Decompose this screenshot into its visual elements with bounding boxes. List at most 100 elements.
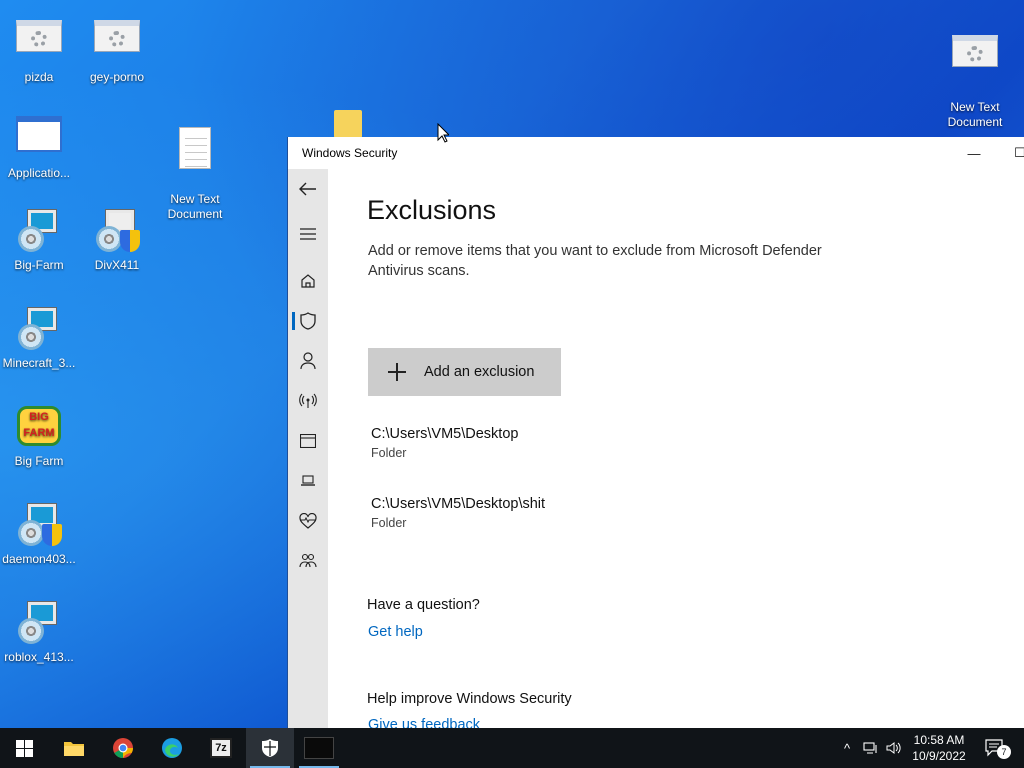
plus-icon xyxy=(388,363,406,381)
add-exclusion-label: Add an exclusion xyxy=(424,364,535,380)
back-arrow-icon xyxy=(299,182,316,196)
desktop-icon-new-text-document-2[interactable]: New Text Document xyxy=(156,110,234,237)
7zip-label: 7z xyxy=(215,742,227,754)
minimize-icon: — xyxy=(967,145,981,161)
desktop-icon-label: Big-Farm xyxy=(14,258,64,272)
desktop-icon-label: Minecraft_3... xyxy=(2,356,76,370)
nav-account-protection[interactable] xyxy=(288,341,328,381)
desktop-icon-label: Big Farm xyxy=(14,454,64,468)
taskbar-7zip[interactable]: 7z xyxy=(197,728,245,768)
tray-network[interactable] xyxy=(860,728,882,768)
clock-date: 10/9/2022 xyxy=(912,749,966,763)
app-browser-icon xyxy=(300,434,316,448)
desktop-icon-daemon[interactable]: daemon403... xyxy=(0,502,78,567)
program-icon xyxy=(15,20,63,66)
menu-icon xyxy=(300,228,316,240)
home-icon xyxy=(301,274,315,288)
window-title: Windows Security xyxy=(302,146,398,160)
desktop-icon-minecraft[interactable]: Minecraft_3... xyxy=(0,306,78,371)
get-help-link[interactable]: Get help xyxy=(368,624,423,640)
windows-security-window: Windows Security — ☐ Exclusions Add or r… xyxy=(287,137,1024,728)
chevron-up-icon: ^ xyxy=(843,740,851,756)
menu-button[interactable] xyxy=(288,214,328,254)
taskbar-chrome[interactable] xyxy=(99,728,147,768)
start-icon xyxy=(15,739,33,757)
terminal-app-icon xyxy=(304,737,334,759)
exclusion-type: Folder xyxy=(371,446,407,460)
nav-family-options[interactable] xyxy=(288,541,328,581)
desktop-icon-label: roblox_413... xyxy=(4,650,74,664)
chrome-icon xyxy=(113,738,134,759)
desktop-icon-label: Applicatio... xyxy=(7,166,71,180)
nav-virus-protection[interactable] xyxy=(288,301,328,341)
nav-device-security[interactable] xyxy=(288,461,328,501)
setup-installer-icon xyxy=(15,208,63,254)
improve-heading: Help improve Windows Security xyxy=(367,691,572,707)
folder-icon xyxy=(334,110,362,138)
tray-overflow-button[interactable]: ^ xyxy=(838,728,856,768)
family-icon xyxy=(299,553,317,568)
desktop-icon-label: daemon403... xyxy=(2,552,76,566)
laptop-icon xyxy=(301,475,315,486)
big-farm-game-icon: BIG FARM xyxy=(15,404,63,450)
nav-device-health[interactable] xyxy=(288,501,328,541)
notification-count-badge: 7 xyxy=(997,745,1011,759)
add-exclusion-button[interactable]: Add an exclusion xyxy=(368,348,561,396)
back-button[interactable] xyxy=(288,169,328,209)
exclusion-path: C:\Users\VM5\Desktop xyxy=(371,426,519,442)
nav-app-browser-control[interactable] xyxy=(288,421,328,461)
setup-shield-icon xyxy=(15,502,63,548)
minimize-button[interactable]: — xyxy=(951,137,997,169)
nav-firewall[interactable] xyxy=(288,381,328,421)
desktop-icon-label: DivX411 xyxy=(94,258,140,272)
exclusion-type: Folder xyxy=(371,516,407,530)
clock-time: 10:58 AM xyxy=(913,733,965,747)
desktop-icon-application[interactable]: Applicatio... xyxy=(0,110,78,181)
taskbar-edge[interactable] xyxy=(148,728,196,768)
desktop-icon-divx411[interactable]: DivX411 xyxy=(78,208,156,273)
start-button[interactable] xyxy=(0,728,48,768)
heart-icon xyxy=(299,513,317,529)
exclusion-item[interactable]: C:\Users\VM5\Desktop\shit Folder xyxy=(371,494,871,532)
page-description: Add or remove items that you want to exc… xyxy=(368,243,822,279)
desktop-folder-icon[interactable] xyxy=(334,110,362,138)
maximize-button[interactable]: ☐ xyxy=(997,137,1024,169)
taskbar-clock[interactable]: 10:58 AM 10/9/2022 xyxy=(904,732,974,764)
desktop-icon-big-farm-setup[interactable]: Big-Farm xyxy=(0,208,78,273)
wifi-icon xyxy=(299,393,317,408)
exclusion-path: C:\Users\VM5\Desktop\shit xyxy=(371,496,546,512)
desktop-icon-roblox[interactable]: roblox_413... xyxy=(0,600,78,665)
title-bar[interactable]: Windows Security — ☐ xyxy=(288,137,1024,169)
file-explorer-icon xyxy=(64,742,84,756)
action-center-button[interactable]: 7 xyxy=(980,728,1011,768)
maximize-icon: ☐ xyxy=(1014,145,1024,160)
desktop-icon-pizda[interactable]: pizda xyxy=(0,12,78,85)
desktop-icon-label: pizda xyxy=(24,70,54,84)
give-feedback-label: Give us feedback xyxy=(368,718,481,728)
desktop-icon-new-text-document[interactable]: New Text Document xyxy=(936,12,1014,145)
setup-shield-icon xyxy=(93,208,141,254)
give-feedback-link[interactable]: Give us feedback xyxy=(368,718,480,728)
question-heading: Have a question? xyxy=(367,597,480,613)
desktop-icon-big-farm[interactable]: BIG FARM Big Farm xyxy=(0,404,78,469)
edge-icon xyxy=(162,738,182,758)
taskbar-terminal-app[interactable] xyxy=(295,728,343,768)
text-document-icon xyxy=(171,127,219,173)
taskbar-file-explorer[interactable] xyxy=(50,728,98,768)
mouse-cursor-icon xyxy=(437,123,449,143)
desktop-icon-label: New Text Document xyxy=(947,100,1003,129)
page-title: Exclusions xyxy=(367,195,497,225)
navigation-sidebar xyxy=(288,169,328,728)
exclusion-item[interactable]: C:\Users\VM5\Desktop Folder xyxy=(371,424,871,462)
taskbar-windows-security[interactable] xyxy=(246,728,294,768)
desktop-icon-gey-porno[interactable]: gey-porno xyxy=(78,12,156,85)
network-icon xyxy=(863,742,877,754)
shield-icon xyxy=(300,312,316,330)
program-icon xyxy=(93,20,141,66)
nav-home[interactable] xyxy=(288,261,328,301)
tray-volume[interactable] xyxy=(884,728,904,768)
setup-installer-icon xyxy=(15,306,63,352)
desktop-icon-label: gey-porno xyxy=(89,70,145,84)
desktop-icon-label: New Text Document xyxy=(167,192,223,221)
setup-installer-icon xyxy=(15,600,63,646)
